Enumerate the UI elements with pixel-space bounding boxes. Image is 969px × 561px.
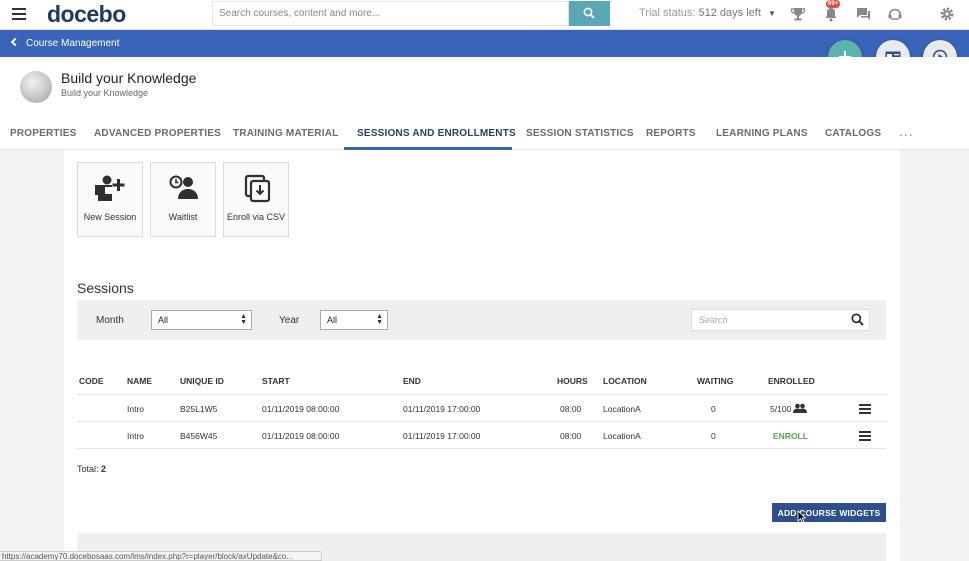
month-select[interactable]: All ▲ ▼: [151, 310, 252, 330]
session-end: 01/11/2019 17:00:00: [403, 431, 481, 441]
sessions-filter-bar: Month All ▲ ▼ Year All ▲ ▼: [77, 300, 886, 340]
column-code[interactable]: CODE: [79, 376, 104, 386]
tab-training-material[interactable]: TRAINING MATERIAL: [233, 128, 338, 139]
table-row[interactable]: Intro B25L1W5 01/11/2019 08:00:00 01/11/…: [77, 395, 886, 422]
trial-label: Trial status:: [639, 7, 696, 19]
waitlist-label: Waitlist: [168, 212, 198, 222]
global-search-button[interactable]: [569, 1, 610, 26]
table-row[interactable]: Intro B456W45 01/11/2019 08:00:00 01/11/…: [77, 422, 886, 449]
users-icon[interactable]: [793, 403, 807, 413]
course-header: Build your Knowledge Build your Knowledg…: [0, 57, 969, 117]
tab-advanced-properties[interactable]: ADVANCED PROPERTIES: [94, 128, 221, 139]
waitlist-icon: [169, 175, 198, 199]
caret-down-icon: ▼: [767, 9, 776, 18]
enroll-via-csv-label: Enroll via CSV: [226, 212, 286, 222]
sessions-heading: Sessions: [77, 280, 134, 296]
menu-icon[interactable]: [12, 8, 26, 20]
chat-icon[interactable]: [854, 5, 872, 23]
year-select[interactable]: All ▲ ▼: [320, 310, 388, 330]
session-name: Intro: [127, 404, 145, 414]
course-title: Build your Knowledge: [61, 70, 197, 86]
browser-status-url: https://academy70.docebosaas.com/lms/ind…: [0, 551, 322, 561]
helpdesk-icon[interactable]: [886, 5, 904, 23]
session-location: LocationA: [603, 431, 641, 441]
session-start: 01/11/2019 08:00:00: [262, 404, 340, 414]
course-thumbnail: [20, 71, 52, 103]
session-waiting: 0: [711, 431, 716, 441]
session-name: Intro: [127, 431, 145, 441]
sessions-panel: New Session Waitlist Enroll via CSV Sess…: [64, 150, 900, 561]
session-hours: 08:00: [560, 404, 582, 414]
enroll-link[interactable]: ENROLL: [773, 431, 808, 441]
tab-session-statistics[interactable]: SESSION STATISTICS: [526, 128, 634, 139]
column-waiting[interactable]: WAITING: [697, 376, 733, 386]
tab-sessions-and-enrollments[interactable]: SESSIONS AND ENROLLMENTS: [357, 128, 516, 139]
year-label: Year: [279, 315, 300, 326]
session-location: LocationA: [603, 404, 641, 414]
column-hours[interactable]: HOURS: [557, 376, 588, 386]
search-icon[interactable]: [851, 313, 864, 326]
docebo-logo[interactable]: docebo: [47, 1, 126, 28]
chevron-left-icon: [10, 37, 20, 47]
column-enrolled[interactable]: ENROLLED: [768, 376, 815, 386]
year-select-value: All: [327, 315, 338, 325]
month-label: Month: [96, 315, 124, 326]
new-session-label: New Session: [83, 212, 137, 222]
search-icon: [583, 7, 595, 19]
back-to-course-management[interactable]: Course Management: [10, 37, 120, 49]
back-label: Course Management: [26, 38, 120, 49]
tab-catalogs[interactable]: CATALOGS: [825, 128, 881, 139]
global-search-input[interactable]: [212, 1, 569, 26]
enroll-via-csv-button[interactable]: Enroll via CSV: [223, 162, 289, 237]
waitlist-button[interactable]: Waitlist: [150, 162, 216, 237]
column-unique-id[interactable]: UNIQUE ID: [180, 376, 224, 386]
add-course-widgets-button[interactable]: ADD COURSE WIDGETS: [772, 503, 886, 522]
enroll-csv-icon: [244, 174, 271, 203]
column-location[interactable]: LOCATION: [603, 376, 647, 386]
course-management-bar: Course Management: [0, 30, 969, 57]
session-end: 01/11/2019 17:00:00: [403, 404, 481, 414]
trial-days: 512 days left: [698, 7, 761, 19]
session-unique-id: B456W45: [180, 431, 218, 441]
course-tabs: PROPERTIES ADVANCED PROPERTIES TRAINING …: [0, 117, 969, 150]
select-arrows-icon: ▲ ▼: [240, 313, 247, 326]
session-unique-id: B25L1W5: [180, 404, 218, 414]
column-name[interactable]: NAME: [127, 376, 152, 386]
total-value: 2: [101, 464, 107, 474]
logo-text: docebo: [47, 1, 126, 27]
tab-properties[interactable]: PROPERTIES: [10, 128, 76, 139]
column-end[interactable]: END: [403, 376, 421, 386]
session-waiting: 0: [711, 404, 716, 414]
sessions-search-input[interactable]: [691, 309, 870, 331]
session-start: 01/11/2019 08:00:00: [262, 431, 340, 441]
row-menu-icon[interactable]: [859, 404, 871, 416]
column-start[interactable]: START: [262, 376, 290, 386]
more-tabs-icon[interactable]: ...: [899, 123, 914, 139]
mouse-cursor-icon: [797, 510, 806, 523]
total-label: Total:: [77, 464, 99, 474]
row-menu-icon[interactable]: [859, 431, 871, 443]
gear-icon[interactable]: [938, 5, 956, 23]
new-session-icon: [95, 175, 125, 201]
trophy-icon[interactable]: [789, 5, 807, 23]
select-arrows-icon: ▲ ▼: [376, 313, 383, 326]
top-bar: docebo Trial status: 512 days left ▼ 99+: [0, 0, 969, 30]
new-session-button[interactable]: New Session: [77, 162, 143, 237]
notifications-badge: 99+: [826, 0, 841, 8]
tab-learning-plans[interactable]: LEARNING PLANS: [716, 128, 808, 139]
course-subtitle: Build your Knowledge: [61, 88, 149, 98]
sessions-total: Total: 2: [77, 464, 106, 474]
tab-reports[interactable]: REPORTS: [646, 128, 696, 139]
trial-status[interactable]: Trial status: 512 days left ▼: [639, 7, 776, 19]
session-enrolled-count[interactable]: 5/100: [770, 404, 791, 414]
session-hours: 08:00: [560, 431, 582, 441]
month-select-value: All: [158, 315, 169, 325]
